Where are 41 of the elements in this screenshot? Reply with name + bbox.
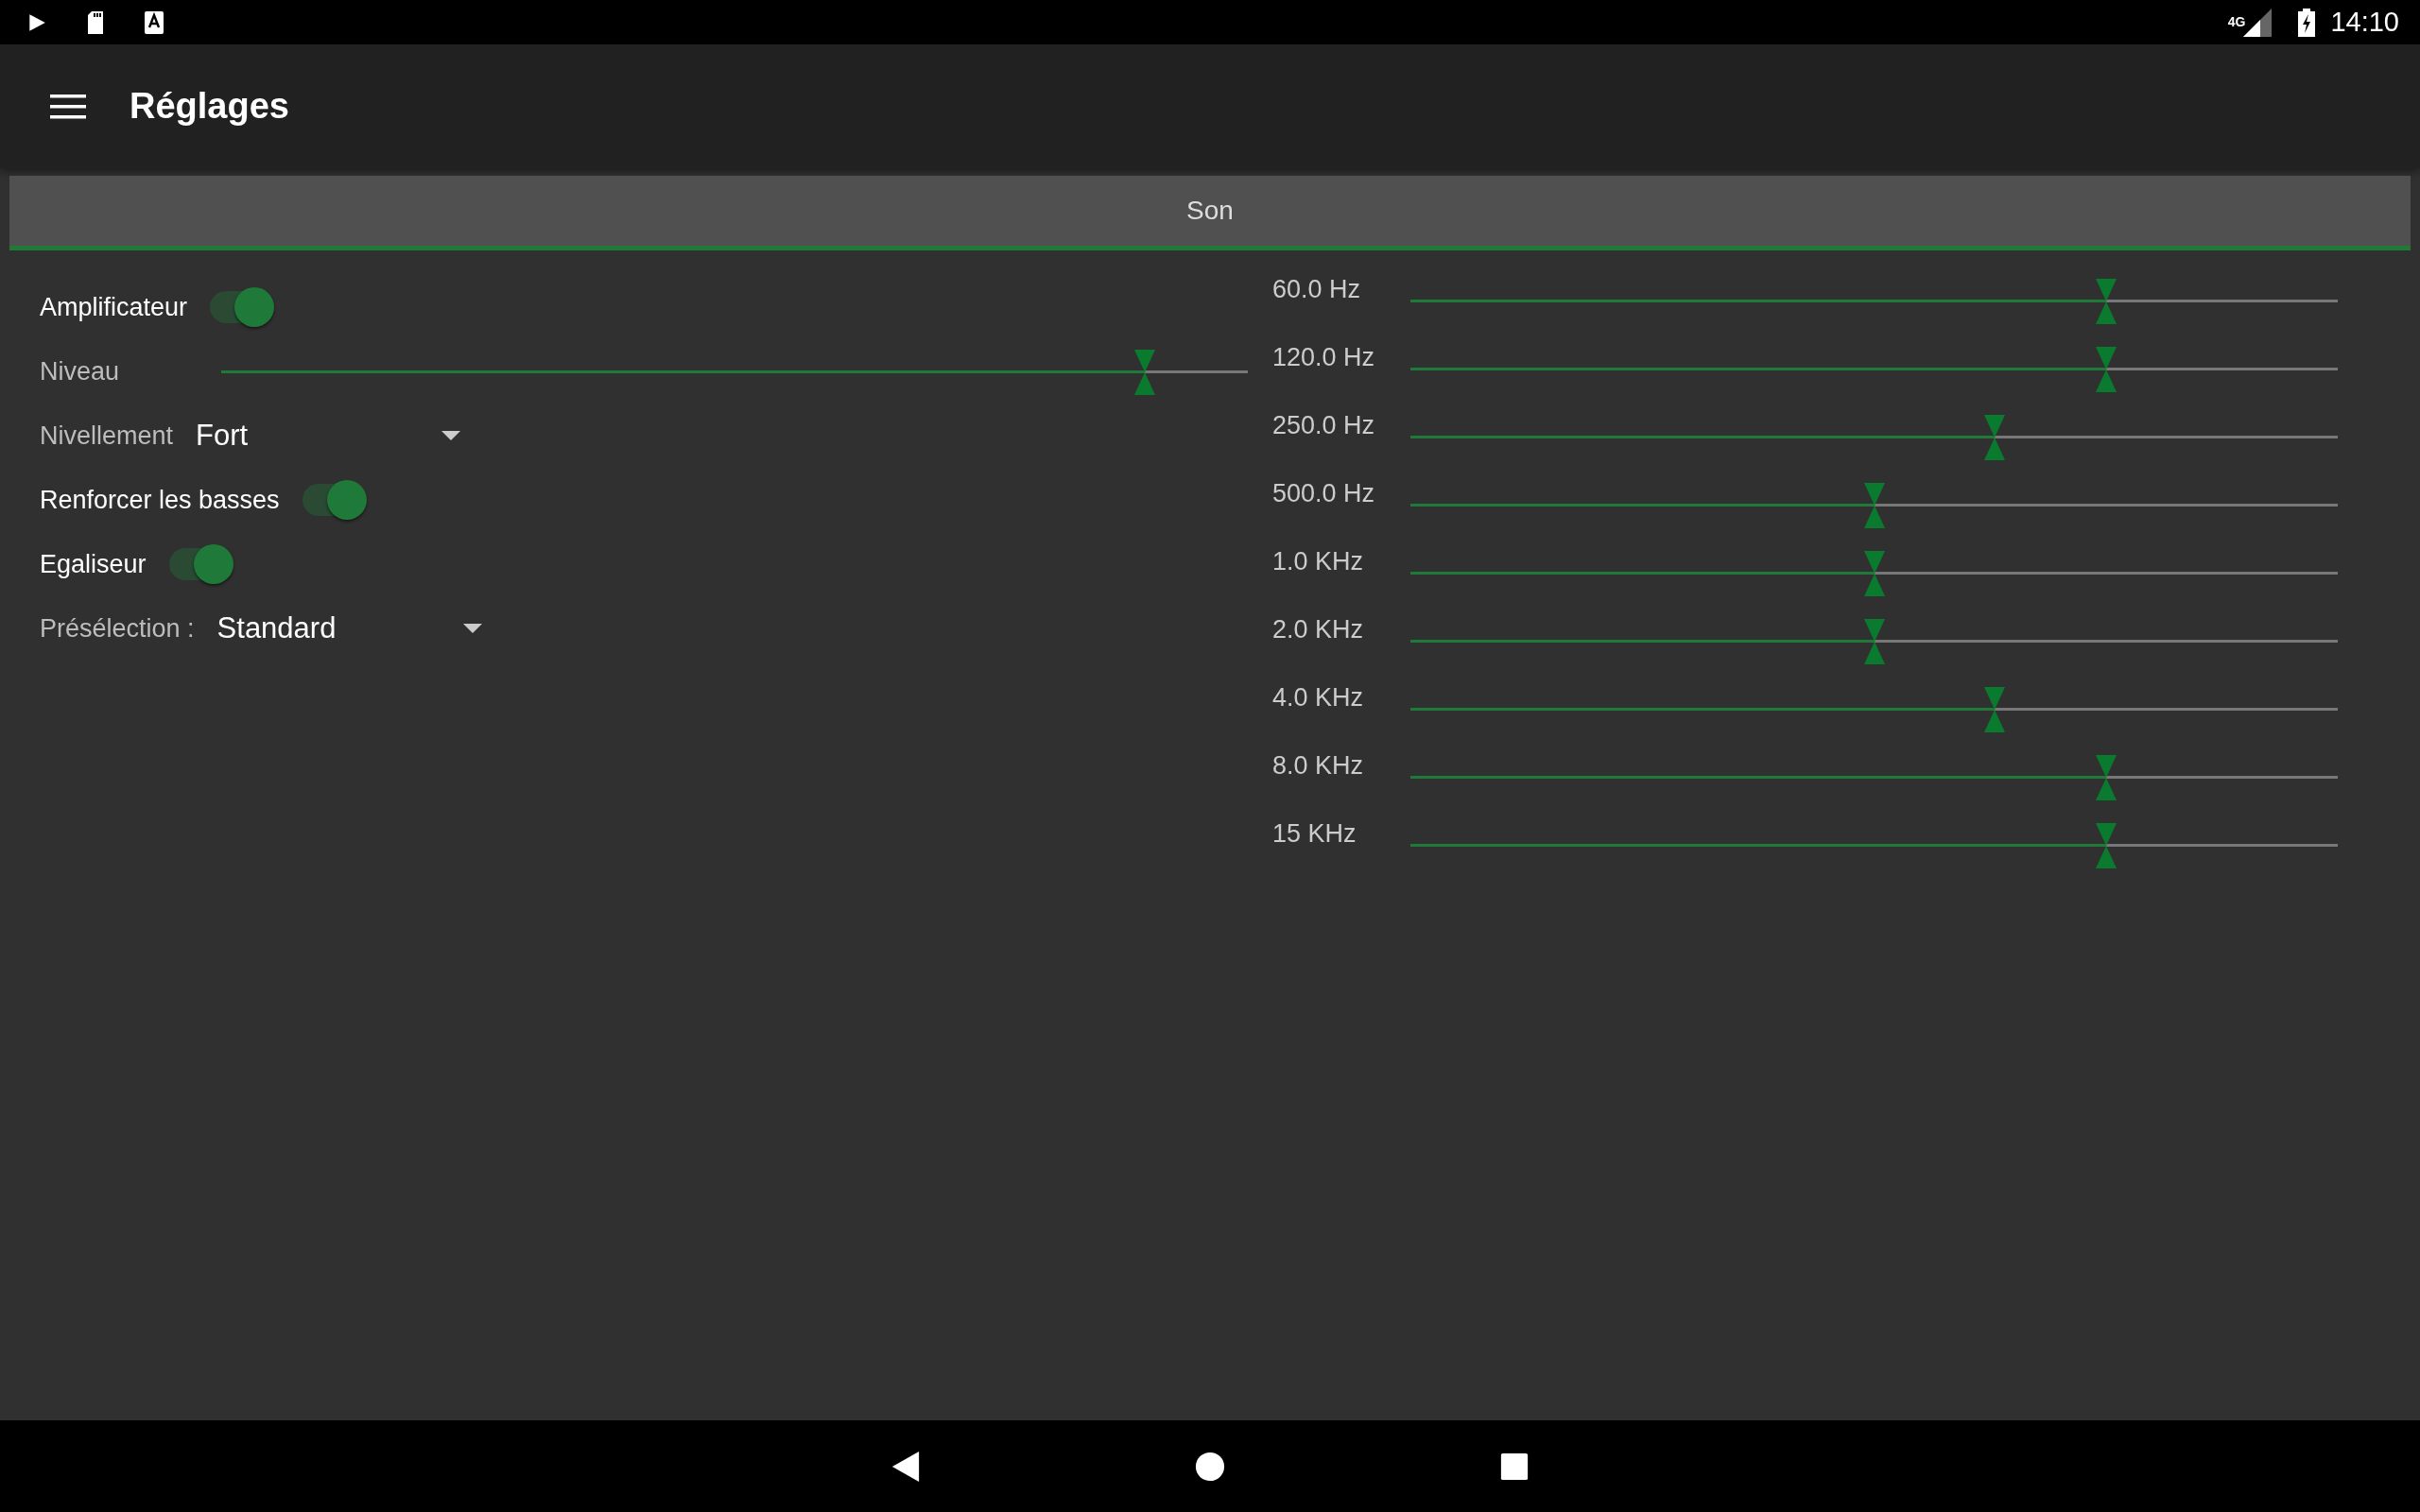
keyboard-a-icon: [144, 9, 164, 35]
slider-thumb[interactable]: [2095, 347, 2117, 392]
clock-time: 14:10: [2330, 7, 2399, 38]
slider-thumb[interactable]: [1984, 415, 2005, 460]
screen-title: Réglages: [130, 86, 289, 127]
setting-label: Amplificateur: [40, 292, 188, 322]
setting-label: Nivellement: [40, 421, 174, 451]
setting-label: Renforcer les basses: [40, 485, 280, 515]
home-icon[interactable]: [1195, 1451, 1225, 1482]
caret-icon: [441, 431, 461, 440]
setting-label: Niveau: [40, 356, 121, 387]
signal-icon: [2243, 8, 2273, 37]
band-label: 8.0 KHz: [1272, 751, 1365, 781]
band-label: 15 KHz: [1272, 819, 1357, 849]
slider-thumb[interactable]: [2095, 755, 2117, 800]
battery-charging-icon: [2298, 8, 2316, 37]
slider-thumb[interactable]: [1984, 687, 2005, 732]
network-type: 4G: [2227, 14, 2246, 29]
band-label: 500.0 Hz: [1272, 479, 1376, 508]
band-label: 4.0 KHz: [1272, 683, 1365, 713]
dropdown[interactable]: Fort: [196, 419, 471, 453]
band-label: 250.0 Hz: [1272, 411, 1376, 440]
band-label: 1.0 KHz: [1272, 547, 1365, 576]
slider-thumb[interactable]: [2095, 823, 2117, 868]
dropdown[interactable]: Standard: [216, 611, 492, 645]
band-label: 120.0 Hz: [1272, 343, 1376, 372]
tab[interactable]: Son: [9, 176, 2411, 250]
band-label: 2.0 KHz: [1272, 615, 1365, 644]
caret-icon: [462, 624, 482, 633]
sd-card-icon: [85, 9, 106, 35]
slider-thumb[interactable]: [1863, 551, 1885, 596]
recents-icon[interactable]: [1499, 1451, 1530, 1482]
setting-label: Présélection :: [40, 613, 195, 644]
slider-thumb[interactable]: [1863, 483, 1885, 528]
slider-thumb[interactable]: [1863, 619, 1885, 664]
band-label: 60.0 Hz: [1272, 275, 1362, 304]
menu-icon[interactable]: [50, 94, 86, 119]
slider-thumb[interactable]: [2095, 279, 2117, 324]
setting-label: Egaliseur: [40, 549, 147, 579]
slider-thumb[interactable]: [1134, 349, 1156, 395]
back-icon[interactable]: [890, 1451, 921, 1482]
